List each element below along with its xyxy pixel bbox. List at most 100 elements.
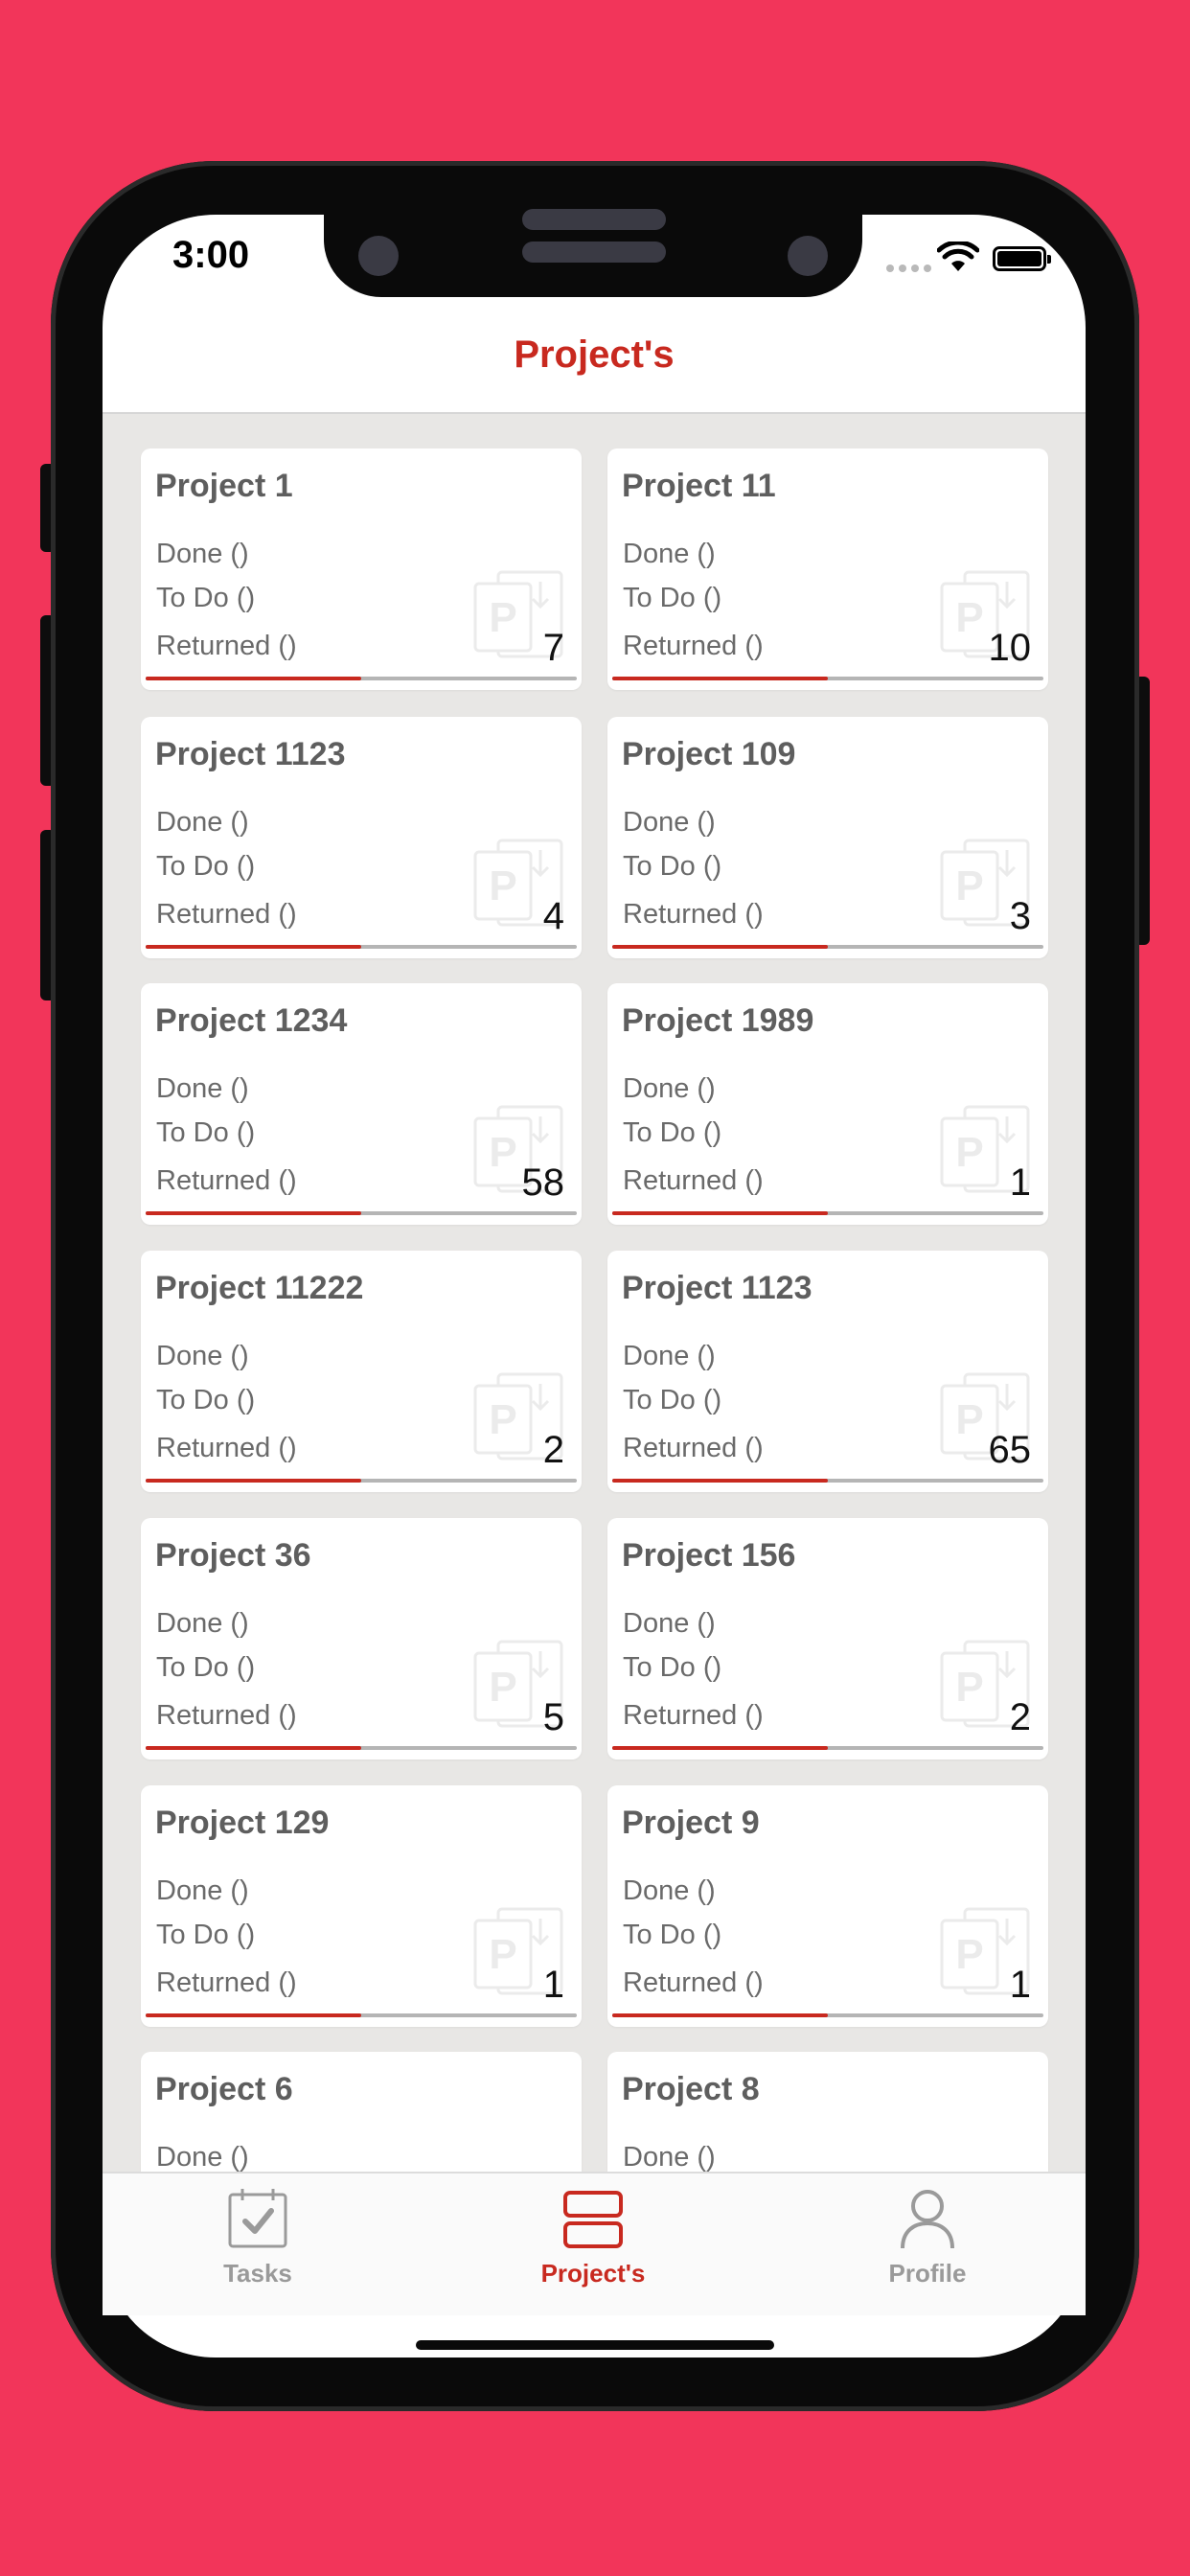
done-label: Done () [156,1875,249,1906]
project-card[interactable]: Project 11 Done () To Do () Returned () P 10 [607,448,1048,690]
todo-label: To Do () [623,1652,722,1683]
todo-label: To Do () [623,851,722,882]
done-label: Done () [156,807,249,838]
project-title: Project 9 [622,1805,760,1841]
project-card[interactable]: Project 1123 Done () To Do () Returned () P 4 [141,717,582,958]
todo-label: To Do () [156,1117,256,1148]
returned-label: Returned () [623,631,764,661]
svg-text:P: P [489,862,516,909]
project-title: Project 1123 [622,1270,812,1306]
battery-icon [993,246,1051,271]
todo-label: To Do () [156,583,256,613]
project-count: 3 [1009,895,1031,937]
progress-fill [146,677,361,680]
todo-label: To Do () [623,583,722,613]
progress-fill [612,1479,828,1483]
page-title: Project's [514,334,675,376]
face-sensor [788,236,828,276]
returned-label: Returned () [623,1165,764,1196]
done-label: Done () [623,1341,716,1371]
todo-label: To Do () [623,1920,722,1950]
project-grid: Project 1 Done () To Do () Returned () P 7 Pro… [103,414,1086,2172]
progress-track [612,677,1043,680]
project-title: Project 6 [155,2071,293,2107]
status-time: 3:00 [172,234,250,276]
tab-tasks-label: Tasks [223,2259,292,2288]
progress-fill [612,945,828,949]
tab-profile[interactable]: Profile [812,2187,1042,2288]
progress-track [612,2013,1043,2017]
progress-fill [146,945,361,949]
returned-label: Returned () [156,631,297,661]
done-label: Done () [156,2142,249,2172]
project-card[interactable]: Project 11222 Done () To Do () Returned () P… [141,1251,582,1492]
done-label: Done () [156,539,249,569]
project-title: Project 11222 [155,1270,364,1306]
progress-track [146,1746,577,1750]
project-count: 4 [542,895,564,937]
progress-fill [612,677,828,680]
progress-track [612,1746,1043,1750]
progress-track [146,945,577,949]
progress-fill [146,1746,361,1750]
project-count: 10 [988,627,1032,669]
done-label: Done () [623,539,716,569]
done-label: Done () [623,1608,716,1639]
project-title: Project 109 [622,736,796,772]
tab-tasks[interactable]: Tasks [143,2187,373,2288]
project-card[interactable]: Project 9 Done () To Do () Returned () P 1 [607,1785,1048,2027]
returned-label: Returned () [156,1165,297,1196]
progress-fill [612,1211,828,1215]
progress-fill [146,2013,361,2017]
progress-fill [146,1479,361,1483]
project-card[interactable]: Project 36 Done () To Do () Returned () P 5 [141,1518,582,1760]
project-title: Project 129 [155,1805,330,1841]
person-icon [901,2190,954,2249]
project-title: Project 1234 [155,1002,348,1039]
project-card[interactable]: Project 129 Done () To Do () Returned () P 1 [141,1785,582,2027]
stacked-rectangles-icon [563,2191,623,2248]
project-title: Project 156 [622,1537,796,1574]
project-card[interactable]: Project 6Done ()To Do ()Returned ()P [141,2052,582,2172]
project-count: 1 [1009,1162,1031,1204]
done-label: Done () [156,1341,249,1371]
svg-text:P: P [489,1931,516,1978]
tab-projects[interactable]: Project's [478,2187,708,2288]
project-title: Project 1989 [622,1002,814,1039]
project-card[interactable]: Project 1989 Done () To Do () Returned () P 1 [607,983,1048,1225]
todo-label: To Do () [156,1920,256,1950]
project-title: Project 1 [155,468,293,504]
svg-text:P: P [489,594,516,641]
project-card[interactable]: Project 156 Done () To Do () Returned () P 2 [607,1518,1048,1760]
project-card[interactable]: Project 8Done ()To Do ()Returned ()P [607,2052,1048,2172]
done-label: Done () [623,2142,716,2172]
returned-label: Returned () [156,1967,297,1998]
project-count: 1 [1009,1964,1031,2006]
progress-fill [612,1746,828,1750]
notch [324,209,862,297]
wifi-icon [937,242,979,271]
home-indicator[interactable] [416,2340,774,2350]
todo-label: To Do () [156,1652,256,1683]
project-count: 65 [988,1429,1032,1471]
project-count: 7 [542,627,564,669]
project-card[interactable]: Project 1 Done () To Do () Returned () P 7 [141,448,582,690]
project-card[interactable]: Project 1123 Done () To Do () Returned () P 6… [607,1251,1048,1492]
tab-projects-label: Project's [540,2259,646,2288]
earpiece-speaker [522,242,666,263]
calendar-check-icon [228,2189,287,2248]
done-label: Done () [156,1608,249,1639]
progress-track [146,1479,577,1483]
svg-text:P: P [955,1129,983,1176]
progress-track [146,2013,577,2017]
project-card[interactable]: Project 109 Done () To Do () Returned () P 3 [607,717,1048,958]
project-count: 58 [521,1162,565,1204]
progress-track [146,677,577,680]
project-card[interactable]: Project 1234 Done () To Do () Returned () P 5… [141,983,582,1225]
returned-label: Returned () [623,1700,764,1731]
progress-fill [146,1211,361,1215]
returned-label: Returned () [623,899,764,930]
returned-label: Returned () [623,1433,764,1463]
todo-label: To Do () [156,851,256,882]
tab-profile-label: Profile [888,2259,967,2288]
